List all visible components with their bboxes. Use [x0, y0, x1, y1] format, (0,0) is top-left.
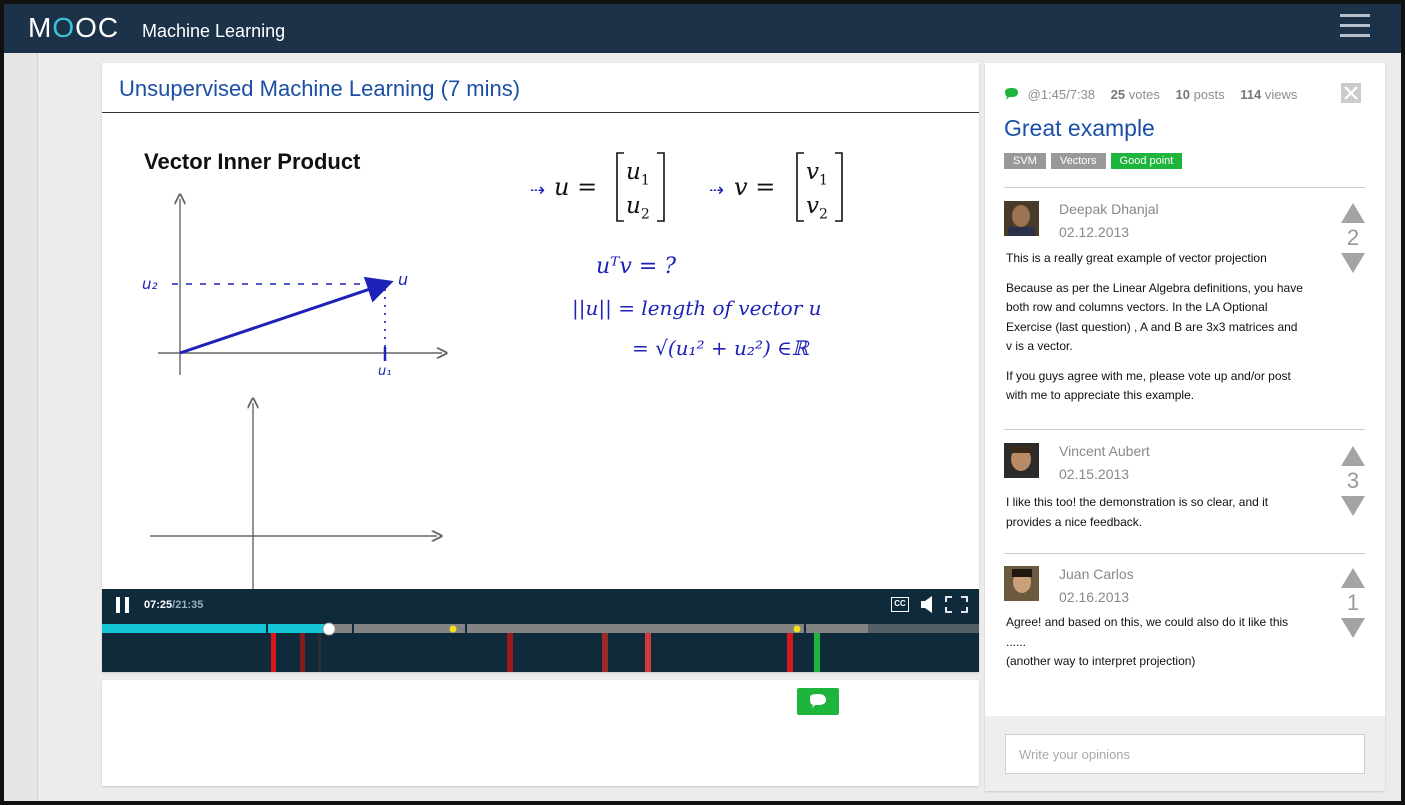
post-date: 02.12.2013 [1059, 224, 1130, 240]
tag-list: SVM Vectors Good point [1004, 151, 1187, 169]
votes-count: 25 [1110, 87, 1126, 102]
upvote-icon[interactable] [1341, 568, 1365, 588]
post-item: Deepak Dhanjal 02.12.2013 This is a real… [1004, 201, 1374, 421]
hamburger-menu-icon[interactable] [1340, 14, 1370, 40]
v1-entry: v1 [806, 159, 828, 189]
divider [1004, 429, 1365, 430]
post-body: This is a really great example of vector… [1006, 251, 1303, 402]
upvote-icon[interactable] [1341, 446, 1365, 466]
vector-u [179, 276, 394, 355]
svg-text:⇢: ⇢ [709, 180, 724, 201]
v-equals: v = [734, 173, 776, 201]
video-card: Unsupervised Machine Learning (7 mins) u… [102, 63, 979, 672]
close-icon[interactable] [1341, 83, 1361, 103]
closed-captions-button[interactable]: CC [891, 597, 909, 612]
downvote-icon[interactable] [1341, 618, 1365, 638]
slide-drawing: u₂ u u₁ ⇢ ⇢ uᵀv = ? ||u|| = length of ve… [142, 152, 843, 589]
svg-text:||u|| = length of vector u: ||u|| = length of vector u [572, 296, 822, 321]
avatar[interactable] [1004, 201, 1039, 236]
video-title: Unsupervised Machine Learning (7 mins) [119, 76, 521, 101]
u-equals: u = [554, 173, 598, 201]
u1-entry: u1 [626, 159, 650, 189]
below-video-card [102, 680, 979, 786]
top-bar: MOOC Machine Learning [4, 4, 1401, 53]
post-author[interactable]: Vincent Aubert [1059, 443, 1150, 459]
post-body: Agree! and based on this, we could also … [1006, 615, 1289, 668]
svg-text:⇢: ⇢ [530, 180, 545, 201]
post-author[interactable]: Juan Carlos [1059, 566, 1134, 582]
speaker-icon[interactable] [920, 596, 936, 613]
upvote-icon[interactable] [1341, 203, 1365, 223]
timeline-scrubber[interactable] [102, 621, 979, 672]
thread-timestamp[interactable]: @1:45/7:38 [1028, 87, 1095, 102]
player-controls: 07:25/21:35 CC [102, 589, 979, 672]
avatar[interactable] [1004, 443, 1039, 478]
u2-entry: u2 [626, 193, 650, 223]
svg-text:uᵀv = ?: uᵀv = ? [596, 254, 676, 279]
opinion-input[interactable] [1005, 734, 1365, 774]
composer-area [985, 716, 1385, 791]
left-rail [4, 53, 38, 801]
post-date: 02.15.2013 [1059, 466, 1130, 482]
post-author[interactable]: Deepak Dhanjal [1059, 201, 1159, 217]
thread-title: Great example [1004, 115, 1155, 141]
tag-svm[interactable]: SVM [1004, 153, 1046, 169]
svg-text:u: u [398, 270, 408, 289]
tag-good-point[interactable]: Good point [1110, 153, 1183, 169]
fullscreen-icon[interactable] [945, 596, 968, 613]
speech-bubble-icon[interactable] [797, 688, 839, 715]
downvote-icon[interactable] [1341, 253, 1365, 273]
course-title: Machine Learning [142, 21, 286, 41]
vote-widget: 1 [1340, 568, 1366, 638]
avatar[interactable] [1004, 566, 1039, 601]
slide-heading: Vector Inner Product [144, 149, 361, 174]
vote-widget: 3 [1340, 446, 1366, 516]
svg-text:u₁: u₁ [378, 364, 391, 379]
views-count: 114 [1240, 87, 1262, 102]
tag-vectors[interactable]: Vectors [1050, 153, 1106, 169]
divider [1004, 187, 1365, 188]
v2-entry: v2 [806, 193, 828, 223]
vote-count: 3 [1346, 468, 1360, 493]
vote-count: 1 [1346, 590, 1360, 615]
post-item: Vincent Aubert 02.15.2013 I like this to… [1004, 443, 1374, 543]
discussion-panel: @1:45/7:38 25 votes 10 posts 114 views G… [985, 63, 1385, 791]
time-display: 07:25/21:35 [144, 599, 204, 611]
post-date: 02.16.2013 [1059, 589, 1130, 605]
svg-text:u₂: u₂ [142, 275, 158, 293]
thread-meta: @1:45/7:38 25 votes 10 posts 114 views [1004, 87, 1297, 102]
app-frame: MOOC Machine Learning Unsupervised Machi… [4, 4, 1401, 801]
speech-bubble-icon [1005, 88, 1018, 100]
mooc-logo[interactable]: MOOC [28, 12, 119, 44]
video-slide[interactable]: u₂ u u₁ ⇢ ⇢ uᵀv = ? ||u|| = length of ve… [102, 113, 979, 589]
pause-icon[interactable] [116, 597, 130, 613]
post-body: I like this too! the demonstration is so… [1006, 495, 1269, 529]
downvote-icon[interactable] [1341, 496, 1365, 516]
post-item: Juan Carlos 02.16.2013 Agree! and based … [1004, 566, 1374, 686]
divider [1004, 553, 1365, 554]
posts-count: 10 [1175, 87, 1190, 102]
vote-count: 2 [1346, 225, 1360, 250]
svg-text:= √(u₁² + u₂²) ∈ℝ: = √(u₁² + u₂²) ∈ℝ [632, 336, 810, 360]
vote-widget: 2 [1340, 203, 1366, 273]
